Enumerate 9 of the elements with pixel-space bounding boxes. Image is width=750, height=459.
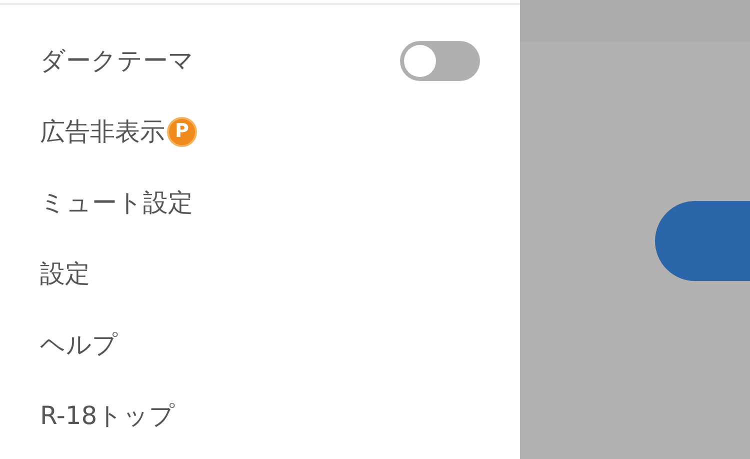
premium-badge: P — [167, 116, 197, 146]
menu-item[interactable]: 広告非表示 — [40, 112, 165, 150]
toggle-switch[interactable] — [400, 40, 480, 80]
menu-item[interactable]: 設定 — [40, 254, 90, 292]
menu-item[interactable]: ミュート設定 — [40, 184, 193, 222]
menu-item[interactable]: ダークテーマ — [40, 42, 194, 80]
floating-button[interactable] — [655, 200, 750, 280]
menu-item[interactable]: R-18トップ — [40, 396, 176, 434]
menu-item[interactable]: ヘルプ — [40, 326, 118, 364]
